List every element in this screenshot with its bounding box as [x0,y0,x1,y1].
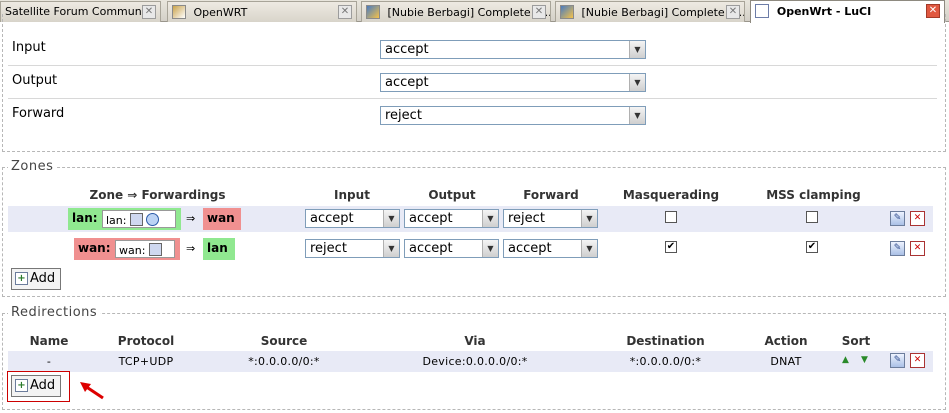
zone-wan-target-badge: wan [203,208,241,230]
redirections-legend: Redirections [8,305,101,320]
edit-zone-wan-icon[interactable]: ✎ [890,241,905,256]
dropdown-arrow-icon: ▼ [629,41,645,58]
redirection-name: - [46,355,52,368]
dropdown-arrow-icon: ▼ [383,210,399,227]
forward-arrow-icon: ⇒ [186,242,196,255]
dropdown-arrow-icon: ▼ [581,240,597,257]
add-icon: + [15,379,28,392]
forward-arrow-icon: ⇒ [186,212,196,225]
dropdown-arrow-icon: ▼ [629,107,645,124]
input-label: Input [12,40,46,55]
add-zone-button[interactable]: + Add [11,268,62,290]
redirection-protocol: TCP+UDP [118,355,174,368]
redirection-source: *:0.0.0.0/0:* [248,355,320,368]
move-down-icon[interactable]: ▼ [861,355,868,365]
zones-legend: Zones [8,159,57,174]
destination-header: Destination [626,334,705,348]
delete-redirection-icon[interactable]: ✕ [910,353,925,368]
delete-zone-lan-icon[interactable]: ✕ [910,211,925,226]
wireless-icon [146,213,160,226]
zone-wan-output-select[interactable]: accept ▼ [404,239,499,258]
annotation-arrow-icon [80,382,104,400]
input-header: Input [334,188,370,202]
zone-lan-networks: lan: [102,210,176,228]
dropdown-arrow-icon: ▼ [581,210,597,227]
zones-fieldset [2,167,946,297]
dropdown-arrow-icon: ▼ [629,74,645,91]
forward-label: Forward [12,106,65,121]
dropdown-arrow-icon: ▼ [383,240,399,257]
action-header: Action [764,334,808,348]
zone-wan-mss-checkbox[interactable]: ✔ [806,241,818,253]
delete-zone-wan-icon[interactable]: ✕ [910,241,925,256]
zone-wan-input-select[interactable]: reject ▼ [305,239,400,258]
zone-lan-forward-select[interactable]: reject ▼ [503,209,598,228]
add-icon: + [15,272,28,285]
zone-lan-input-select[interactable]: accept ▼ [305,209,400,228]
dropdown-arrow-icon: ▼ [482,240,498,257]
forward-header: Forward [523,188,579,202]
protocol-header: Protocol [117,334,175,348]
zone-wan-masquerading-checkbox[interactable]: ✔ [665,241,677,253]
name-header: Name [29,334,69,348]
sort-header: Sort [841,334,871,348]
zone-wan-forward-select[interactable]: accept ▼ [503,239,598,258]
redirection-destination: *:0.0.0.0/0:* [629,355,702,368]
edit-zone-lan-icon[interactable]: ✎ [890,211,905,226]
edit-redirection-icon[interactable]: ✎ [890,353,905,368]
zone-wan-networks: wan: [115,240,175,258]
zone-lan-mss-checkbox[interactable] [806,211,818,223]
network-icon [129,213,143,226]
default-input-select[interactable]: accept ▼ [380,40,646,59]
zone-lan-masquerading-checkbox[interactable] [665,211,677,223]
zone-lan-target-badge: lan [203,238,235,260]
default-forward-select[interactable]: reject ▼ [380,106,646,125]
masquerading-header: Masquerading [622,188,720,202]
redirection-action: DNAT [770,355,802,368]
zone-lan-output-select[interactable]: accept ▼ [404,209,499,228]
move-up-icon[interactable]: ▲ [842,355,849,365]
output-label: Output [12,73,58,88]
network-icon [148,243,162,256]
default-output-select[interactable]: accept ▼ [380,73,646,92]
dropdown-arrow-icon: ▼ [482,210,498,227]
mss-clamping-header: MSS clamping [766,188,861,202]
add-redirection-button[interactable]: + Add [11,375,62,397]
zone-forwardings-header: Zone ⇒ Forwardings [89,188,226,202]
redirection-via: Device:0.0.0.0/0:* [422,355,528,368]
source-header: Source [260,334,308,348]
output-header: Output [428,188,476,202]
via-header: Via [464,334,486,348]
